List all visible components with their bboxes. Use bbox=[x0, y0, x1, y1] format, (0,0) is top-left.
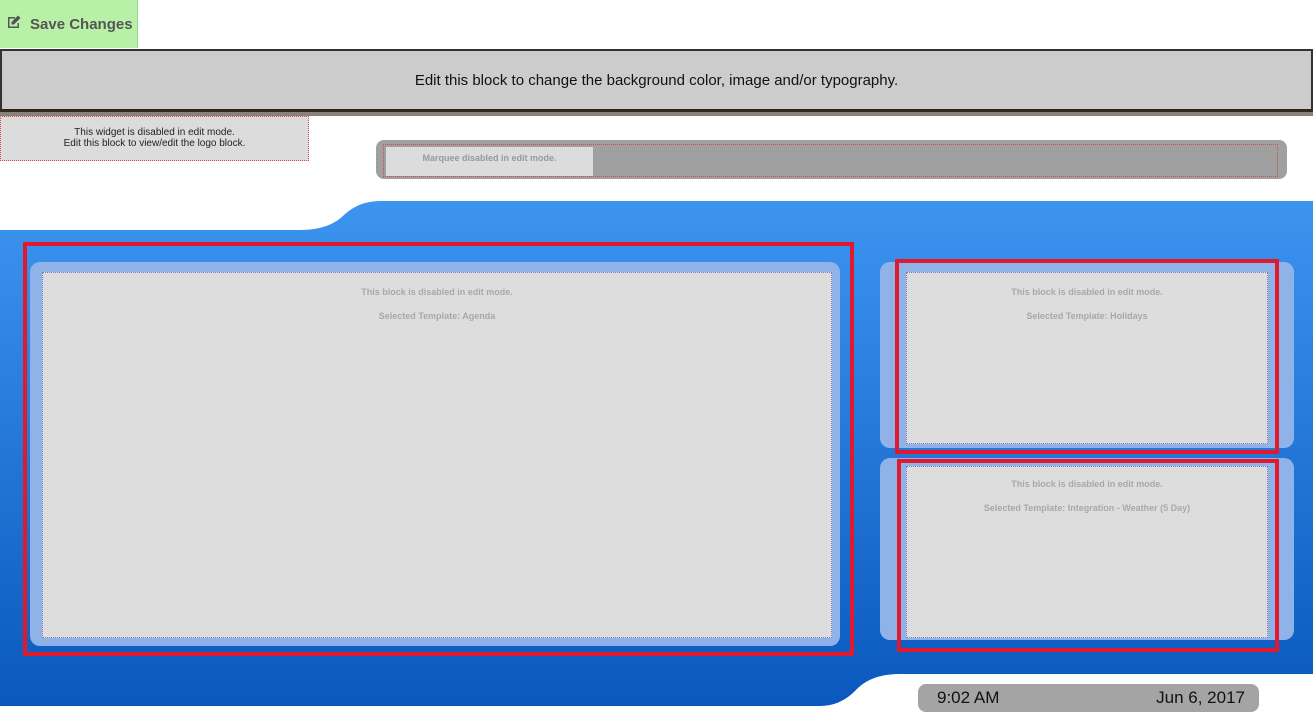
header-block[interactable]: Edit this block to change the background… bbox=[0, 49, 1313, 112]
logo-widget-line2: Edit this block to view/edit the logo bl… bbox=[63, 138, 246, 149]
edit-icon bbox=[6, 14, 22, 34]
holidays-selection-outline bbox=[895, 259, 1279, 454]
clock-date: Jun 6, 2017 bbox=[1156, 688, 1245, 707]
weather-selection-outline bbox=[897, 459, 1279, 652]
agenda-selection-outline bbox=[23, 242, 854, 656]
save-changes-button[interactable]: Save Changes bbox=[0, 0, 138, 48]
header-text: Edit this block to change the background… bbox=[414, 71, 899, 89]
marquee-label: Marquee disabled in edit mode. bbox=[386, 147, 593, 176]
clock-time: 9:02 AM bbox=[937, 688, 1000, 707]
logo-widget-line1: This widget is disabled in edit mode. bbox=[74, 127, 235, 138]
clock-widget[interactable]: 9:02 AM Jun 6, 2017 bbox=[918, 684, 1259, 712]
logo-widget[interactable]: This widget is disabled in edit mode. Ed… bbox=[0, 116, 309, 161]
save-changes-label: Save Changes bbox=[30, 15, 133, 33]
